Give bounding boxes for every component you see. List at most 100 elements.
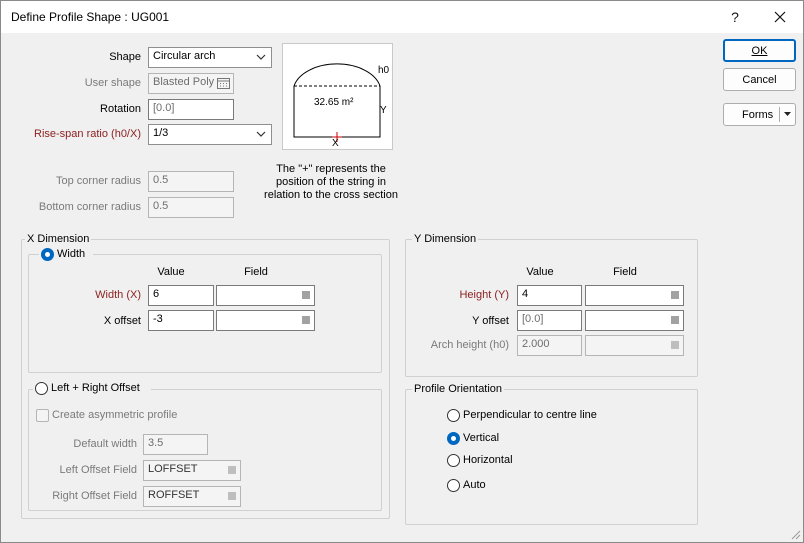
right-offset-field-value: ROFFSET xyxy=(148,489,200,501)
forms-button[interactable]: Forms xyxy=(723,103,796,126)
list-icon xyxy=(228,466,236,474)
default-width-label: Default width xyxy=(73,438,137,450)
string-position-note: The "+" represents the position of the s… xyxy=(256,163,406,202)
shape-label: Shape xyxy=(109,51,141,63)
height-y-label: Height (Y) xyxy=(459,289,509,301)
rotation-value: [0.0] xyxy=(153,102,175,114)
profile-orientation-title: Profile Orientation xyxy=(412,383,505,395)
arch-height-value: 2.000 xyxy=(522,338,550,350)
arch-height-input: 2.000 xyxy=(517,335,582,356)
rise-span-select[interactable]: 1/3 xyxy=(148,124,272,145)
chevron-down-icon xyxy=(256,54,266,60)
y-offset-field[interactable] xyxy=(585,310,684,331)
rotation-input[interactable]: [0.0] xyxy=(148,99,234,120)
height-y-field[interactable] xyxy=(585,285,684,306)
note-line-2: position of the string in xyxy=(275,176,387,188)
x-offset-field[interactable] xyxy=(216,310,315,331)
ok-button[interactable]: OK xyxy=(723,39,796,62)
x-offset-value: -3 xyxy=(153,313,163,325)
close-button[interactable] xyxy=(757,1,803,32)
diagram-h0-label: h0 xyxy=(378,65,390,76)
top-corner-label: Top corner radius xyxy=(56,175,141,187)
default-width-input: 3.5 xyxy=(143,434,208,455)
x-dimension-title: X Dimension xyxy=(25,233,92,245)
orientation-vertical-label: Vertical xyxy=(463,432,500,444)
orientation-perpendicular-label: Perpendicular to centre line xyxy=(463,409,597,421)
list-icon[interactable] xyxy=(301,314,311,326)
x-offset-label: X offset xyxy=(103,315,141,327)
ok-label: OK xyxy=(751,44,768,57)
width-x-label: Width (X) xyxy=(95,289,141,301)
lr-offset-radio[interactable] xyxy=(35,382,48,395)
orientation-perpendicular-radio[interactable] xyxy=(447,409,460,422)
x-offset-input[interactable]: -3 xyxy=(148,310,214,331)
help-label: ? xyxy=(731,8,739,25)
y-dimension-title: Y Dimension xyxy=(412,233,479,245)
left-offset-field-label: Left Offset Field xyxy=(59,464,137,476)
y-offset-label: Y offset xyxy=(472,315,509,327)
shape-value: Circular arch xyxy=(153,50,216,62)
top-corner-value: 0.5 xyxy=(153,174,169,186)
diagram-y-label: Y xyxy=(380,105,387,116)
width-x-field[interactable] xyxy=(216,285,315,306)
list-icon[interactable] xyxy=(670,289,680,301)
rotation-label: Rotation xyxy=(100,103,141,115)
diagram-x-label: X xyxy=(332,138,339,149)
rise-span-value: 1/3 xyxy=(153,127,169,139)
y-field-header: Field xyxy=(613,266,637,278)
list-icon xyxy=(228,492,236,500)
user-shape-field: Blasted Poly xyxy=(148,73,234,94)
right-offset-field-input: ROFFSET xyxy=(143,486,241,507)
list-icon[interactable] xyxy=(301,289,311,301)
orientation-horizontal-label: Horizontal xyxy=(463,454,513,466)
width-radio-label: Width xyxy=(57,248,86,260)
list-icon xyxy=(671,341,679,349)
note-line-3: relation to the cross section xyxy=(264,189,398,201)
height-y-value: 4 xyxy=(522,288,529,300)
forms-divider xyxy=(779,107,780,122)
lr-offset-label: Left + Right Offset xyxy=(51,382,140,394)
asymmetric-label: Create asymmetric profile xyxy=(52,409,178,421)
orientation-vertical-radio[interactable] xyxy=(447,432,460,445)
user-shape-value: Blasted Poly xyxy=(153,76,215,88)
diagram-area-label: 32.65 m² xyxy=(314,97,354,108)
top-corner-input: 0.5 xyxy=(148,171,234,192)
list-icon[interactable] xyxy=(670,314,680,326)
y-offset-input[interactable]: [0.0] xyxy=(517,310,582,331)
orientation-horizontal-radio[interactable] xyxy=(447,454,460,467)
arch-height-field xyxy=(585,335,684,356)
window-title: Define Profile Shape : UG001 xyxy=(11,10,170,24)
default-width-value: 3.5 xyxy=(148,437,164,449)
forms-dropdown-icon[interactable] xyxy=(783,111,792,117)
chevron-down-icon xyxy=(256,131,266,137)
help-button[interactable]: ? xyxy=(712,1,758,32)
shape-select[interactable]: Circular arch xyxy=(148,47,272,68)
width-radio-option[interactable]: Width xyxy=(39,248,93,262)
note-line-1: The "+" represents the xyxy=(276,163,386,175)
dialog-window: Define Profile Shape : UG001 ? Shape Cir… xyxy=(0,0,804,543)
orientation-auto-label: Auto xyxy=(463,479,486,491)
left-offset-field-value: LOFFSET xyxy=(148,463,198,475)
width-x-value: 6 xyxy=(153,288,160,300)
close-icon xyxy=(774,11,786,22)
width-radio[interactable] xyxy=(41,248,54,261)
user-shape-label: User shape xyxy=(84,77,141,89)
resize-grip-icon[interactable] xyxy=(789,528,801,540)
y-dimension-group xyxy=(405,239,698,377)
y-offset-value: [0.0] xyxy=(522,313,544,325)
x-field-header: Field xyxy=(244,266,268,278)
bottom-corner-value: 0.5 xyxy=(153,200,169,212)
bottom-corner-input: 0.5 xyxy=(148,197,234,218)
orientation-auto-radio[interactable] xyxy=(447,479,460,492)
title-bar: Define Profile Shape : UG001 ? xyxy=(1,1,803,33)
rise-span-label: Rise-span ratio (h0/X) xyxy=(34,128,141,140)
x-value-header: Value xyxy=(157,266,185,278)
asymmetric-checkbox xyxy=(36,409,49,422)
width-x-input[interactable]: 6 xyxy=(148,285,214,306)
bottom-corner-label: Bottom corner radius xyxy=(38,201,141,213)
height-y-input[interactable]: 4 xyxy=(517,285,582,306)
cancel-button[interactable]: Cancel xyxy=(723,68,796,91)
arch-height-label: Arch height (h0) xyxy=(430,339,509,351)
lr-offset-radio-option[interactable]: Left + Right Offset xyxy=(33,382,151,396)
right-offset-field-label: Right Offset Field xyxy=(52,490,137,502)
